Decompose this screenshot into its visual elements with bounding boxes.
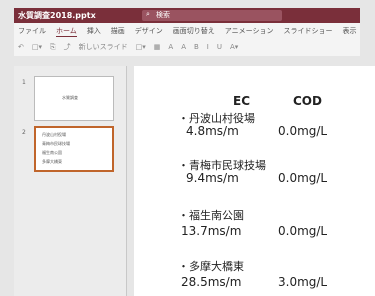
window-title: 水質調査2018.pptx: [18, 11, 96, 20]
site-name: ・多摩大橋東: [178, 260, 244, 273]
font-color-button[interactable]: A▾: [230, 43, 238, 52]
bold-button[interactable]: B: [194, 43, 199, 52]
menu-slideshow[interactable]: スライドショー: [284, 27, 333, 37]
thumbnail-title: 水質調査: [62, 95, 78, 100]
pane-divider: [126, 66, 127, 296]
menu-home[interactable]: ホーム: [56, 27, 77, 37]
menu-draw[interactable]: 描画: [111, 27, 125, 37]
site-name: ・福生南公園: [178, 209, 244, 222]
layout-dropdown[interactable]: □▾: [32, 43, 42, 52]
thumbnail-line: 丹波山村役場: [42, 132, 66, 137]
new-slide-button[interactable]: 新しいスライド: [79, 43, 128, 52]
table-icon[interactable]: ▦: [154, 43, 161, 52]
toolbar: ↶ □▾ ⎘ ⤴ 新しいスライド □▾ ▦ A A B I U A▾: [18, 42, 238, 52]
header-cod: COD: [293, 94, 322, 108]
ec-value: 9.4ms/m: [186, 171, 239, 185]
slide-thumbnail-pane: 1 水質調査 2 丹波山村役場 青梅市民球技場 福生南公園 多摩大橋東: [14, 66, 126, 296]
slide-thumbnail-2[interactable]: 丹波山村役場 青梅市民球技場 福生南公園 多摩大橋東: [34, 126, 114, 172]
redo-icon[interactable]: ⤴: [64, 43, 71, 52]
search-box[interactable]: ⌕ 検索: [142, 10, 282, 21]
search-icon: ⌕: [146, 10, 150, 18]
menu-file[interactable]: ファイル: [18, 27, 46, 37]
cod-value: 0.0mg/L: [278, 171, 328, 185]
layout-button[interactable]: □▾: [136, 43, 146, 52]
menu-view[interactable]: 表示: [343, 27, 357, 37]
menu-insert[interactable]: 挿入: [87, 27, 101, 37]
undo-icon[interactable]: ↶: [18, 43, 24, 52]
menu-design[interactable]: デザイン: [135, 27, 163, 37]
cod-value: 0.0mg/L: [278, 124, 328, 138]
menu-transitions[interactable]: 画面切り替え: [173, 27, 215, 37]
ribbon: ファイル ホーム 挿入 描画 デザイン 画面切り替え アニメーション スライドシ…: [14, 23, 360, 56]
header-ec: EC: [233, 94, 251, 108]
menu-bar: ファイル ホーム 挿入 描画 デザイン 画面切り替え アニメーション スライドシ…: [18, 27, 357, 37]
font-shrink-icon[interactable]: A: [181, 43, 186, 52]
cod-value: 0.0mg/L: [278, 224, 328, 238]
thumbnail-line: 青梅市民球技場: [42, 141, 70, 146]
ec-value: 13.7ms/m: [181, 224, 242, 238]
thumbnail-line: 福生南公園: [42, 150, 62, 155]
slide-number: 1: [22, 79, 26, 86]
italic-button[interactable]: I: [207, 43, 209, 52]
font-grow-icon[interactable]: A: [168, 43, 173, 52]
ec-value: 4.8ms/m: [186, 124, 239, 138]
slide-canvas[interactable]: EC COD ・丹波山村役場 4.8ms/m 0.0mg/L ・青梅市民球技場 …: [134, 66, 375, 296]
underline-button[interactable]: U: [217, 43, 222, 52]
ec-value: 28.5ms/m: [181, 275, 242, 289]
search-text: 検索: [156, 11, 170, 19]
thumbnail-line: 多摩大橋東: [42, 159, 62, 164]
menu-animations[interactable]: アニメーション: [225, 27, 274, 37]
slide-number: 2: [22, 129, 26, 136]
title-bar: 水質調査2018.pptx ⌕ 検索: [14, 8, 360, 23]
cod-value: 3.0mg/L: [278, 275, 328, 289]
slide-thumbnail-1[interactable]: 水質調査: [34, 76, 114, 121]
copy-icon[interactable]: ⎘: [50, 43, 56, 52]
